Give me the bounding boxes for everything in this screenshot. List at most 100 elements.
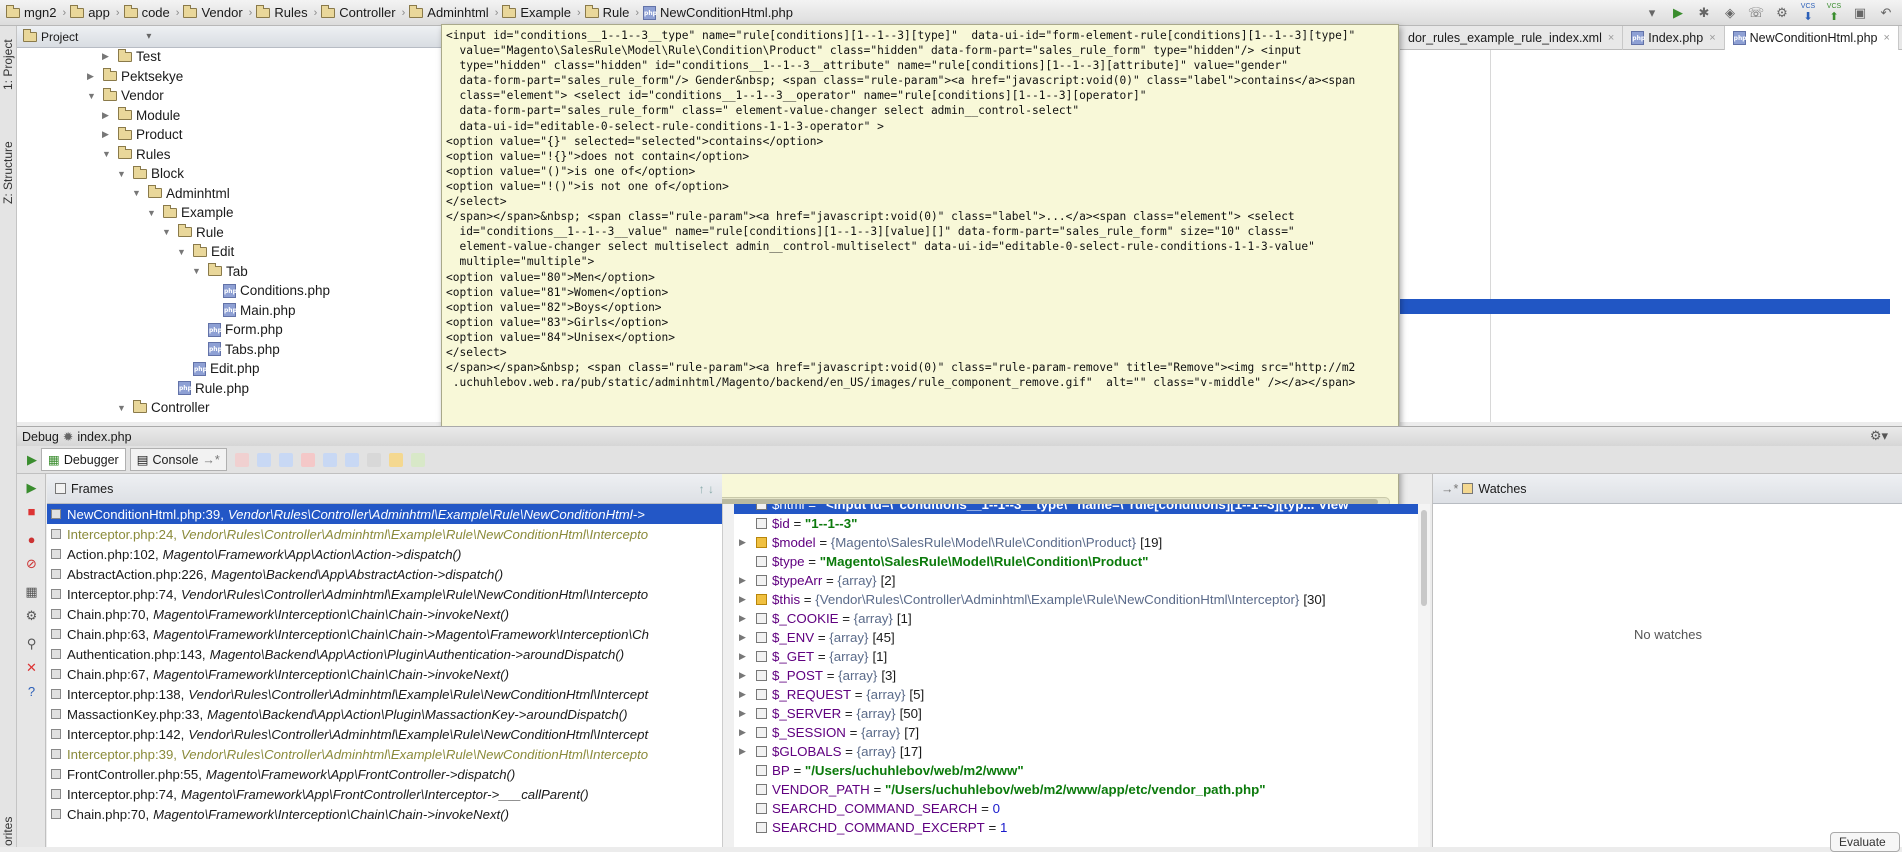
listen-debug-icon[interactable]: ☏ <box>1746 4 1766 22</box>
expand-arrow-icon[interactable]: ▶ <box>102 129 112 140</box>
help-icon[interactable]: ? <box>24 684 39 699</box>
collapse-arrow-icon[interactable]: ▼ <box>132 188 142 198</box>
frame-up-down-icon[interactable]: ↑ ↓ <box>699 482 714 496</box>
variable-row[interactable]: ▶ $_ENV = {array} [45] <box>734 628 1430 647</box>
project-tree-item[interactable]: ▼ Adminhtml <box>132 184 230 203</box>
frame-row[interactable]: Interceptor.php:138, Vendor\Rules\Control… <box>47 684 722 704</box>
editor-tab[interactable]: dor_rules_example_rule_index.xml × <box>1400 25 1624 50</box>
project-tree-item[interactable]: ▼ Vendor <box>87 86 164 105</box>
collapse-arrow-icon[interactable]: ▼ <box>117 403 127 413</box>
breadcrumb-item[interactable]: Controller <box>321 4 396 20</box>
editor-tab[interactable]: php NewConditionHtml.php × <box>1724 25 1899 50</box>
variable-row[interactable]: SEARCHD_COMMAND_SEARCH = 0 <box>734 799 1430 818</box>
variable-row[interactable]: SEARCHD_COMMAND_EXCERPT = 1 <box>734 818 1430 837</box>
evaluate-expression-icon[interactable] <box>366 452 381 467</box>
frame-row[interactable]: Chain.php:70, Magento\Framework\Intercept… <box>47 604 722 624</box>
breadcrumb-item[interactable]: Example <box>502 4 571 20</box>
variable-row[interactable]: ▶ $_SERVER = {array} [50] <box>734 704 1430 723</box>
step-out-icon[interactable] <box>322 452 337 467</box>
frame-row[interactable]: Interceptor.php:39, Vendor\Rules\Controll… <box>47 744 722 764</box>
project-tree-item[interactable]: php Tabs.php <box>192 340 280 359</box>
breadcrumb-item[interactable]: code <box>123 4 170 20</box>
expand-arrow-icon[interactable]: ▶ <box>739 632 746 643</box>
collapse-arrow-icon[interactable]: ▼ <box>102 149 112 159</box>
undo-icon[interactable]: ↶ <box>1876 4 1896 22</box>
expand-arrow-icon[interactable]: ▶ <box>739 727 746 738</box>
project-tree-item[interactable]: ▼ Tab <box>192 262 248 281</box>
breadcrumb-item[interactable]: Adminhtml <box>409 4 489 20</box>
breadcrumb-item[interactable]: Vendor <box>183 4 243 20</box>
project-tree-item[interactable]: php Conditions.php <box>207 281 330 300</box>
project-tree-item[interactable]: ▶ Pektsekye <box>87 67 183 86</box>
run-config-dropdown-icon[interactable]: ▾ <box>1642 4 1662 22</box>
watches-icon[interactable] <box>388 452 403 467</box>
breadcrumb-item[interactable]: Rule <box>584 4 629 20</box>
settings-icon[interactable]: ⚙ <box>24 608 39 623</box>
expand-arrow-icon[interactable]: ▶ <box>739 594 746 605</box>
project-tree-item[interactable]: php Main.php <box>207 301 296 320</box>
close-tab-icon[interactable]: × <box>1709 32 1715 44</box>
vcs-update-icon[interactable]: VCS ⬇ <box>1798 3 1818 23</box>
expand-arrow-icon[interactable]: ▶ <box>739 575 746 586</box>
variable-row[interactable]: $type = "Magento\SalesRule\Model\Rule\Co… <box>734 552 1430 571</box>
expand-arrow-icon[interactable]: ▶ <box>102 110 112 121</box>
show-execution-point-icon[interactable] <box>234 452 249 467</box>
variable-row[interactable]: ▶ $_COOKIE = {array} [1] <box>734 609 1430 628</box>
variable-row[interactable]: $html = "<input id=\"conditions__1--1--3… <box>734 504 1430 514</box>
project-tree-item[interactable]: php Rule.php <box>162 379 249 398</box>
variable-row[interactable]: ▶ $model = {Magento\SalesRule\Model\Rule\… <box>734 533 1430 552</box>
variable-row[interactable]: ▶ $typeArr = {array} [2] <box>734 571 1430 590</box>
rerun-icon[interactable]: ▶ <box>24 480 39 495</box>
restore-layout-icon[interactable] <box>410 452 425 467</box>
project-tree-item[interactable]: ▶ Test <box>102 48 161 66</box>
tab-debugger[interactable]: ▦ Debugger <box>41 448 126 471</box>
structure-tool-button[interactable]: Z: Structure <box>1 124 15 204</box>
project-view-selector[interactable]: Project <box>41 30 78 44</box>
expand-arrow-icon[interactable]: ▶ <box>739 537 746 548</box>
gear-icon[interactable]: ⚙▾ <box>1870 428 1888 444</box>
frame-row[interactable]: Interceptor.php:142, Vendor\Rules\Control… <box>47 724 722 744</box>
project-tree-item[interactable]: ▼ Example <box>147 203 234 222</box>
collapse-arrow-icon[interactable]: ▼ <box>177 247 187 257</box>
breadcrumb-item[interactable]: php NewConditionHtml.php <box>643 5 793 20</box>
collapse-arrow-icon[interactable]: ▼ <box>162 227 172 237</box>
frame-row[interactable]: Chain.php:67, Magento\Framework\Intercept… <box>47 664 722 684</box>
project-tree-item[interactable]: php Form.php <box>192 320 283 339</box>
variable-row[interactable]: ▶ $_SESSION = {array} [7] <box>734 723 1430 742</box>
collapse-arrow-icon[interactable]: ▼ <box>192 266 202 276</box>
frame-row[interactable]: Interceptor.php:74, Vendor\Rules\Controll… <box>47 584 722 604</box>
run-to-cursor-icon[interactable] <box>344 452 359 467</box>
resume-icon[interactable]: ▶ <box>27 452 37 468</box>
expand-arrow-icon[interactable]: ▶ <box>739 670 746 681</box>
mute-breakpoints-icon[interactable]: ⊘ <box>24 556 39 571</box>
view-link[interactable]: View <box>1318 504 1348 512</box>
expand-arrow-icon[interactable]: ▶ <box>739 746 746 757</box>
step-into-icon[interactable] <box>278 452 293 467</box>
close-tab-icon[interactable]: × <box>1608 32 1614 44</box>
expand-arrow-icon[interactable]: ▶ <box>87 71 97 82</box>
panel-splitter[interactable] <box>722 504 734 847</box>
variable-row[interactable]: ▶ $_POST = {array} [3] <box>734 666 1430 685</box>
project-tree-item[interactable]: php Edit.php <box>177 359 260 378</box>
view-breakpoints-icon[interactable]: ● <box>24 532 39 547</box>
variable-row[interactable]: ▶ $this = {Vendor\Rules\Controller\Adminh… <box>734 590 1430 609</box>
project-tree-item[interactable]: ▼ Block <box>117 164 184 183</box>
step-over-icon[interactable] <box>256 452 271 467</box>
variable-row[interactable]: ▶ $_REQUEST = {array} [5] <box>734 685 1430 704</box>
expand-arrow-icon[interactable]: ▶ <box>739 651 746 662</box>
variable-row[interactable]: $id = "1--1--3" <box>734 514 1430 533</box>
favorites-tool-button[interactable]: orites <box>1 806 15 846</box>
frame-row[interactable]: MassactionKey.php:33, Magento\Backend\App… <box>47 704 722 724</box>
frame-row[interactable]: Interceptor.php:74, Magento\Framework\App… <box>47 784 722 804</box>
code-editor[interactable] <box>1400 50 1902 422</box>
chevron-down-icon[interactable]: ▾ <box>146 31 151 42</box>
debug-icon[interactable]: ✱ <box>1694 4 1714 22</box>
coverage-icon[interactable]: ◈ <box>1720 4 1740 22</box>
vcs-commit-icon[interactable]: VCS ⬆ <box>1824 3 1844 23</box>
run-icon[interactable]: ▶ <box>1668 4 1688 22</box>
project-tree-item[interactable]: ▼ Edit <box>177 242 234 261</box>
expand-arrow-icon[interactable]: ▶ <box>102 51 112 62</box>
tab-console[interactable]: ▤ Console →* <box>129 448 227 471</box>
layout-icon[interactable]: ▦ <box>24 584 39 599</box>
expand-arrow-icon[interactable]: ▶ <box>739 613 746 624</box>
